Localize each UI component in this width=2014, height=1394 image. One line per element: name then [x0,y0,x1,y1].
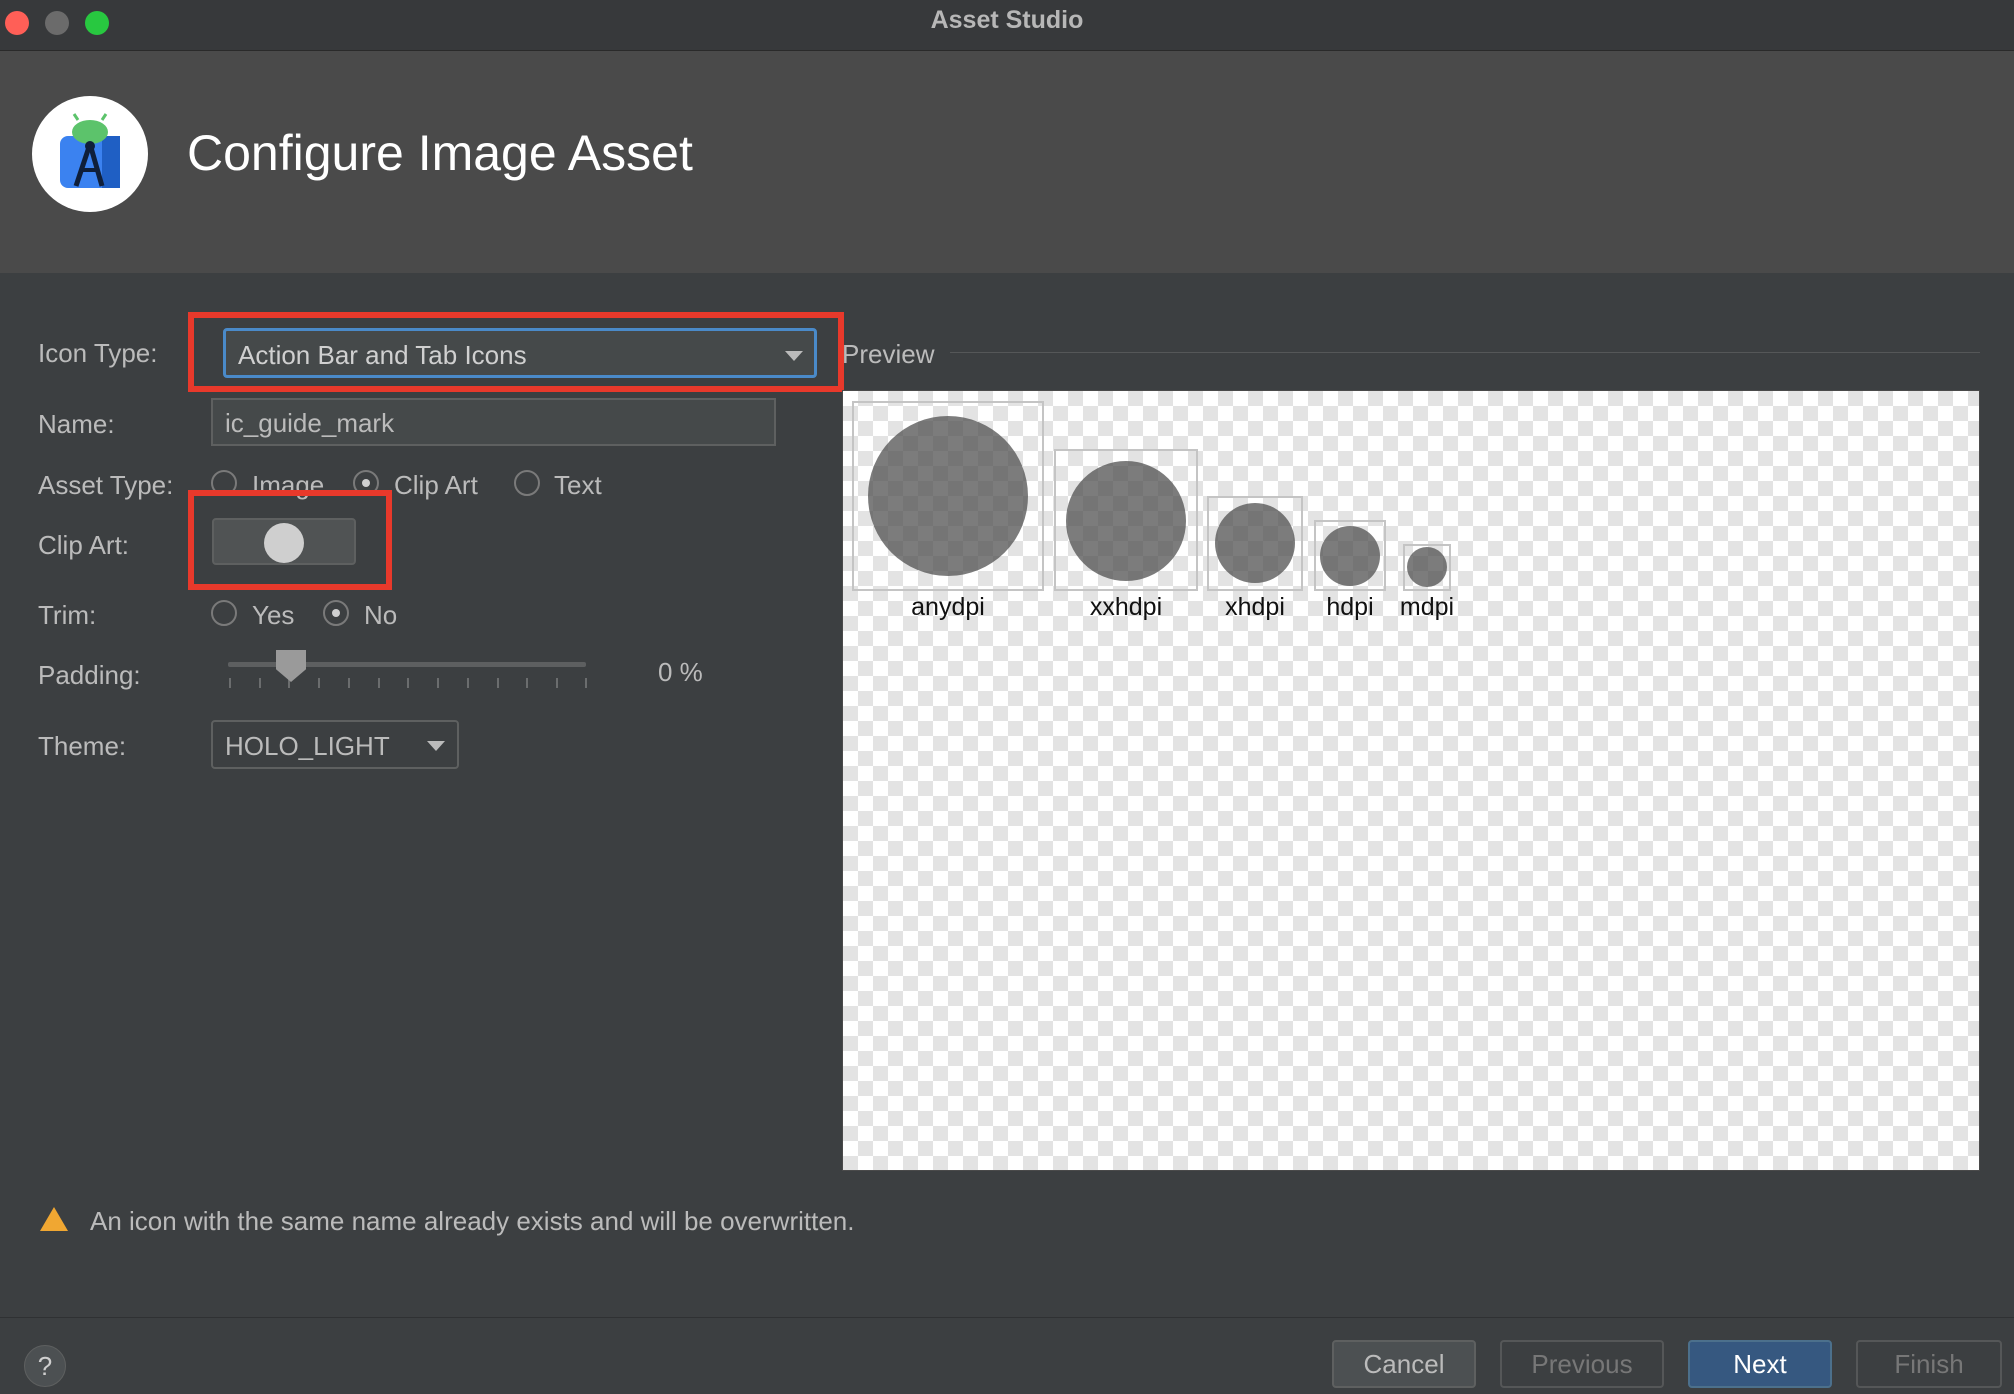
dpi-label-xhdpi: xhdpi [1225,593,1285,621]
name-input-value: ic_guide_mark [225,408,395,438]
clip-art-label: Clip Art: [38,530,130,560]
android-studio-logo-icon [32,96,148,212]
padding-slider-thumb[interactable] [276,650,306,682]
clip-art-circle-icon [264,523,304,563]
dpi-label-xxhdpi: xxhdpi [1089,593,1163,621]
chevron-down-icon [785,351,803,361]
help-button[interactable]: ? [24,1345,66,1387]
theme-label: Theme: [38,731,127,761]
trim-no-label[interactable]: No [364,600,397,631]
preview-circle-icon [1066,461,1186,581]
trim-no-radio[interactable] [323,600,349,626]
theme-value: HOLO_LIGHT [225,731,390,761]
slider-tick [348,678,350,688]
preview-circle-icon [868,416,1028,576]
previous-button[interactable]: Previous [1500,1340,1664,1388]
slider-tick [229,678,231,688]
asset-type-text-radio[interactable] [514,470,540,496]
slider-tick [467,678,469,688]
trim-yes-radio[interactable] [211,600,237,626]
icon-type-value: Action Bar and Tab Icons [238,340,527,370]
window-title: Asset Studio [930,6,1084,34]
warning-message: An icon with the same name already exist… [90,1206,855,1236]
finish-button[interactable]: Finish [1856,1340,2002,1388]
slider-tick [259,678,261,688]
asset-type-label: Asset Type: [38,470,174,500]
preview-label: Preview [842,339,935,369]
slider-tick [437,678,439,688]
next-button[interactable]: Next [1688,1340,1832,1388]
dpi-label-anydpi: anydpi [911,593,985,621]
preview-circle-icon [1407,547,1447,587]
clip-art-button[interactable] [212,518,356,565]
slider-tick [318,678,320,688]
slider-tick [585,678,587,688]
theme-dropdown[interactable]: HOLO_LIGHT [211,720,459,769]
footer-divider [0,1317,2014,1318]
padding-label: Padding: [38,660,141,690]
asset-type-clip-art-label[interactable]: Clip Art [394,470,478,501]
preview-circle-icon [1320,526,1380,586]
preview-divider [950,352,1980,353]
dpi-label-hdpi: hdpi [1326,593,1374,621]
slider-tick [497,678,499,688]
dpi-label-mdpi: mdpi [1399,593,1455,621]
cancel-button[interactable]: Cancel [1332,1340,1476,1388]
title-bar: Asset Studio [0,0,2014,51]
slider-tick [526,678,528,688]
padding-value: 0 % [658,657,703,687]
trim-label: Trim: [38,600,97,630]
slider-tick [407,678,409,688]
icon-type-dropdown[interactable]: Action Bar and Tab Icons [223,328,817,378]
asset-type-text-label[interactable]: Text [554,470,602,501]
name-label: Name: [38,409,115,439]
slider-tick [556,678,558,688]
preview-circle-icon [1215,503,1295,583]
icon-type-label: Icon Type: [38,338,158,368]
slider-tick [378,678,380,688]
warning-icon [40,1207,68,1231]
name-input[interactable]: ic_guide_mark [211,398,776,446]
trim-yes-label[interactable]: Yes [252,600,294,631]
page-title: Configure Image Asset [187,125,693,181]
chevron-down-icon [427,741,445,751]
